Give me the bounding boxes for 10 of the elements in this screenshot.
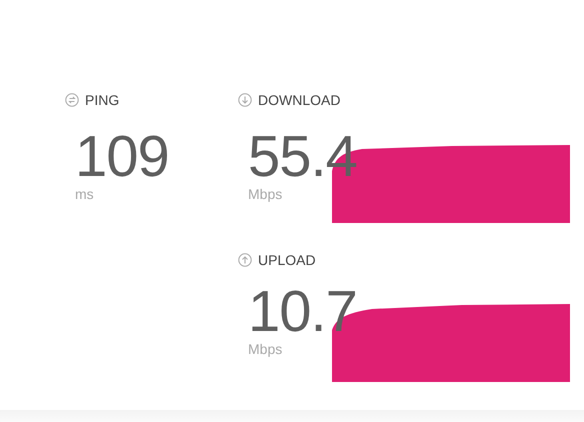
speed-label: DOWNLOAD — [258, 92, 340, 108]
speed-unit: Mbps — [248, 186, 282, 202]
speed-value: 55.4 — [248, 128, 357, 186]
ping-label: PING — [85, 92, 120, 108]
ping-icon — [65, 93, 79, 107]
speed-value: 10.7 — [248, 283, 357, 341]
ping-unit: ms — [75, 186, 94, 202]
speed-unit: Mbps — [248, 341, 282, 357]
ping-value: 109 — [75, 128, 169, 186]
speed-label: UPLOAD — [258, 252, 316, 268]
